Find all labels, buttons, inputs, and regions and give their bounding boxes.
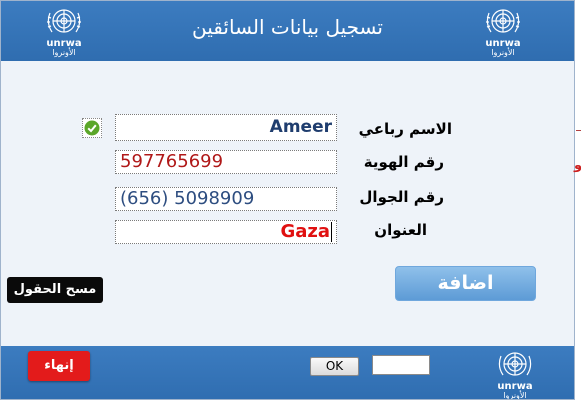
header-bar: unrwa الأونروا تسجيل بيانات السائقين unr… [1,1,574,61]
driver-registration-window: unrwa الأونروا تسجيل بيانات السائقين unr… [0,0,575,400]
address-label: العنوان [374,221,427,239]
ok-button[interactable]: OK [310,357,359,376]
text-caret [331,222,332,242]
add-button[interactable]: اضافة [395,266,536,301]
clear-fields-button[interactable]: مسح الحقول [7,277,103,303]
mobile-number-label: رقم الجوال [359,188,444,206]
full-name-input[interactable]: Ameer [115,114,337,141]
mobile-number-input[interactable]: (656) 5098909 [115,187,337,211]
unrwa-logo-right: unrwa الأونروا [473,5,533,57]
un-emblem-icon [486,9,520,33]
valid-check-icon [82,118,102,138]
edge-red-glyph: و [574,158,581,173]
ok-text-input[interactable] [372,355,430,375]
id-number-input[interactable]: 597765699 [115,150,337,174]
end-button[interactable]: إنهاء [28,351,90,381]
unrwa-logo-footer: unrwa الأونروا [485,348,545,399]
full-name-label: الاسم رباعي [358,120,452,138]
address-input[interactable]: Gaza [115,220,337,244]
address-value: Gaza [280,221,330,242]
edge-dash [576,130,581,131]
un-emblem-icon [498,352,532,376]
id-number-label: رقم الهوية [363,153,444,171]
background-window-edge: و [573,118,581,188]
